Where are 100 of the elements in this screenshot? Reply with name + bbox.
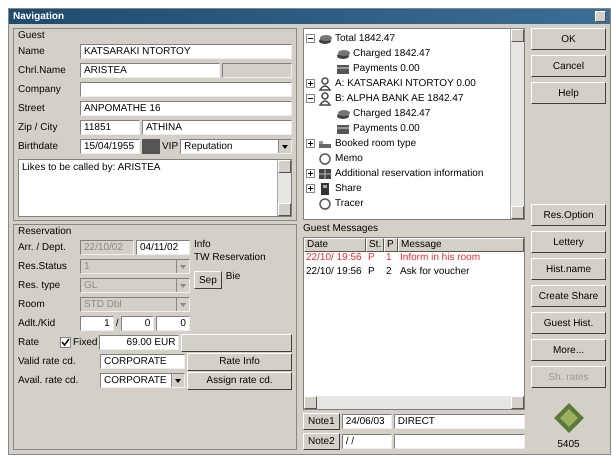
person-icon (318, 76, 332, 90)
note-button[interactable]: Note2 (303, 433, 340, 450)
kids-field[interactable]: 0 (120, 316, 154, 331)
group-title: Guest Messages (303, 223, 380, 234)
checkbox-label: Fixed (73, 337, 98, 348)
tree-item[interactable]: Share (335, 183, 362, 194)
note-button[interactable]: Note1 (303, 413, 340, 430)
street-field[interactable]: ANPOMATHE 16 (80, 101, 292, 116)
grid-icon (318, 166, 332, 180)
field-label: Rate (18, 337, 40, 348)
table-cell-text: 1 (385, 252, 393, 265)
table-cell-text: 22/10/ 19:56 (305, 266, 363, 279)
note-text-field[interactable]: DIRECT (394, 414, 525, 429)
tree-item[interactable]: Additional reservation information (335, 168, 484, 179)
expand-icon[interactable] (306, 139, 315, 148)
table-cell-text: Ask for voucher (399, 266, 470, 279)
field-label: Avail. rate cd. (18, 375, 80, 386)
expand-icon[interactable] (306, 169, 315, 178)
zip-field[interactable]: 11851 (80, 120, 140, 135)
tree-item[interactable]: Total 1842.47 (335, 33, 396, 44)
field-label: Company (18, 84, 62, 95)
close-button[interactable] (595, 11, 606, 22)
table-cell-text: 2 (385, 266, 393, 279)
sep-button[interactable]: Sep (194, 271, 222, 289)
checkbox[interactable] (60, 337, 71, 348)
tree-item[interactable]: A: KATSARAKI NTORTOY 0.00 (335, 78, 476, 89)
tree-item[interactable]: Payments 0.00 (353, 63, 420, 74)
column-header[interactable]: Date (304, 238, 366, 252)
secondary-field[interactable] (222, 63, 292, 78)
collapse-icon[interactable] (306, 94, 315, 103)
tree-item[interactable]: Charged 1842.47 (353, 48, 430, 59)
expand-icon[interactable] (306, 79, 315, 88)
person-icon (318, 92, 332, 106)
adults-field[interactable]: 1 (80, 316, 114, 331)
reservation-type-label: TW Reservation (194, 252, 267, 263)
tree-item[interactable]: B: ALPHA BANK AE 1842.47 (335, 93, 464, 104)
expand-icon[interactable] (306, 184, 315, 193)
field-label: Street (18, 103, 46, 114)
field-label: Zip / City (18, 122, 58, 133)
group-title: Guest (18, 30, 46, 41)
document-icon (318, 182, 332, 196)
field-label: Name (18, 46, 46, 57)
action-button[interactable]: Lettery (531, 231, 606, 253)
tree-item[interactable]: Booked room type (335, 138, 416, 149)
info-label: Info (194, 239, 212, 250)
blank-button[interactable] (181, 334, 292, 352)
version-text: 5405 (557, 439, 580, 450)
assign-rate-button[interactable]: Assign rate cd. (187, 372, 292, 390)
action-button[interactable]: Create Share (531, 285, 606, 307)
field-label: Birthdate (18, 141, 60, 152)
collapse-icon[interactable] (306, 34, 315, 43)
extra-field[interactable]: 0 (156, 316, 190, 331)
action-button[interactable]: Res.Option (531, 204, 606, 226)
dialog-button[interactable]: OK (531, 28, 606, 50)
tree-item[interactable]: Payments 0.00 (353, 123, 420, 134)
rate-field[interactable]: 69.00 EUR (99, 335, 180, 350)
diamond-logo-icon (552, 401, 586, 435)
valid-rate-field[interactable]: CORPORATE (100, 354, 185, 369)
circle-icon (318, 196, 332, 210)
window-title: Navigation (13, 10, 64, 24)
field-label: Adlt./Kid (18, 318, 56, 329)
christian-name-field[interactable]: ARISTEA (80, 63, 220, 78)
field-label: Res.Status (18, 261, 68, 272)
scrollbar[interactable] (304, 396, 524, 409)
side-label: Bie (226, 271, 240, 284)
group-title: Reservation (18, 226, 72, 237)
action-button[interactable]: Hist.name (531, 258, 606, 280)
avail-rate-dropdown[interactable]: CORPORATE (100, 373, 185, 388)
note-date-field[interactable]: / / (342, 434, 392, 449)
field-label: Res. type (18, 280, 62, 291)
scrollbar[interactable] (277, 160, 291, 216)
note-text-field[interactable] (394, 434, 525, 449)
city-field[interactable]: ATHINA (142, 120, 292, 135)
vip-swatch[interactable] (142, 139, 160, 154)
note-date-field[interactable]: 24/06/03 (342, 414, 392, 429)
action-button[interactable]: More... (531, 339, 606, 361)
column-header[interactable]: P (384, 238, 398, 252)
field-label: Valid rate cd. (18, 356, 77, 367)
table-cell-text: Inform in his room (399, 252, 482, 265)
company-field[interactable] (80, 82, 292, 97)
table-cell-text: 22/10/ 19:56 (305, 252, 363, 265)
dialog-button[interactable]: Help (531, 82, 606, 104)
scrollbar[interactable] (510, 29, 524, 219)
rate-info-button[interactable]: Rate Info (187, 352, 292, 370)
field-label: Arr. / Dept. (18, 242, 67, 253)
name-field[interactable]: KATSARAKI NTORTOY (80, 44, 292, 59)
tree-item[interactable]: Memo (335, 153, 363, 164)
dialog-button[interactable]: Cancel (531, 55, 606, 77)
birthdate-field[interactable]: 15/04/1955 (80, 139, 140, 154)
column-header[interactable]: St. (366, 238, 384, 252)
field-label: Room (18, 299, 46, 310)
column-header[interactable]: Message (398, 238, 524, 252)
tree-item[interactable]: Tracer (335, 198, 364, 209)
table-cell-text: P (367, 266, 376, 279)
tree-item[interactable]: Charged 1842.47 (353, 108, 430, 119)
field-label: Chrl.Name (18, 65, 67, 76)
vip-label: VIP (162, 141, 178, 152)
circle-icon (318, 152, 332, 166)
reputation-dropdown[interactable]: Reputation (180, 139, 292, 154)
action-button[interactable]: Guest Hist. (531, 312, 606, 334)
